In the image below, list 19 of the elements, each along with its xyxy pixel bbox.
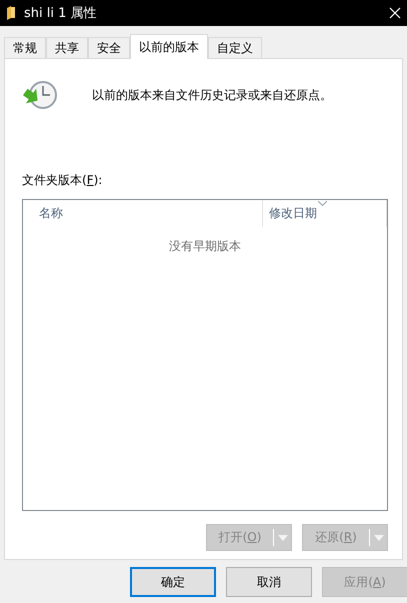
caret-icon (374, 534, 384, 540)
tab[interactable]: 常规 (4, 37, 46, 58)
window-title: shi li 1 属性 (24, 5, 98, 22)
tab[interactable]: 安全 (88, 37, 130, 58)
dialog-button[interactable]: 确定 (130, 567, 216, 597)
tab[interactable]: 共享 (46, 37, 88, 58)
folder-icon (6, 6, 16, 20)
column-header[interactable]: 修改日期 (262, 200, 387, 227)
dialog-button[interactable]: 取消 (226, 567, 312, 597)
caret-icon (278, 534, 288, 540)
tab[interactable]: 以前的版本 (130, 34, 208, 59)
empty-list-text: 没有早期版本 (169, 238, 241, 255)
versions-list[interactable]: 名称 修改日期 没有早期版本 (22, 199, 388, 511)
close-icon[interactable] (389, 7, 401, 19)
tab[interactable]: 自定义 (208, 37, 262, 58)
column-header[interactable]: 名称 (23, 200, 263, 227)
clock-with-arrow-icon (22, 80, 58, 110)
description-text: 以前的版本来自文件历史记录或来自还原点。 (92, 86, 332, 104)
folder-versions-label: 文件夹版本(F): (22, 172, 104, 189)
